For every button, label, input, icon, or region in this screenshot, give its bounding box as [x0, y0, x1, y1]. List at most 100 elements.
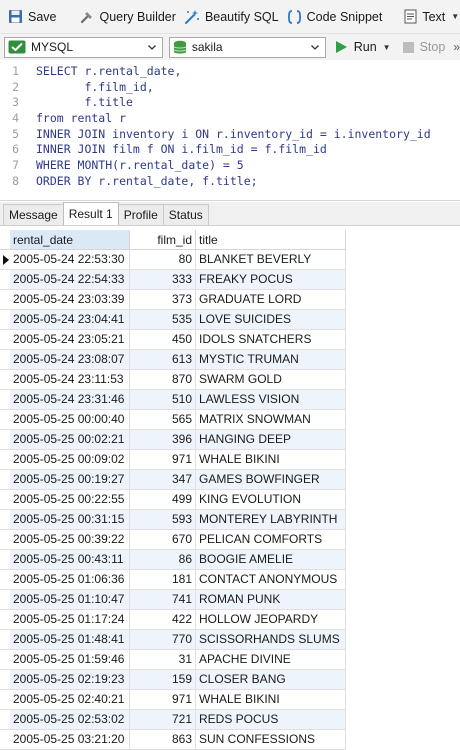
- cell-rental-date[interactable]: 2005-05-25 00:00:40: [10, 410, 130, 430]
- row-indicator[interactable]: [0, 310, 10, 330]
- code-line[interactable]: 8 ORDER BY r.rental_date, f.title;: [0, 174, 460, 190]
- table-row[interactable]: 2005-05-25 00:09:02 971 WHALE BIKINI: [0, 450, 346, 470]
- result-grid[interactable]: rental_date film_id title 2005-05-24 22:…: [0, 226, 460, 750]
- cell-film-id[interactable]: 450: [130, 330, 196, 350]
- cell-rental-date[interactable]: 2005-05-25 00:02:21: [10, 430, 130, 450]
- table-row[interactable]: 2005-05-24 23:04:41 535 LOVE SUICIDES: [0, 310, 346, 330]
- table-row[interactable]: 2005-05-25 00:19:27 347 GAMES BOWFINGER: [0, 470, 346, 490]
- cell-title[interactable]: SCISSORHANDS SLUMS: [196, 630, 346, 650]
- cell-film-id[interactable]: 333: [130, 270, 196, 290]
- row-indicator[interactable]: [0, 630, 10, 650]
- cell-rental-date[interactable]: 2005-05-24 23:05:21: [10, 330, 130, 350]
- cell-rental-date[interactable]: 2005-05-25 01:10:47: [10, 590, 130, 610]
- table-row[interactable]: 2005-05-24 22:54:33 333 FREAKY POCUS: [0, 270, 346, 290]
- cell-rental-date[interactable]: 2005-05-25 01:17:24: [10, 610, 130, 630]
- row-indicator[interactable]: [0, 610, 10, 630]
- tab-status[interactable]: Status: [162, 204, 209, 225]
- cell-film-id[interactable]: 31: [130, 650, 196, 670]
- column-header-rental-date[interactable]: rental_date: [10, 230, 130, 250]
- cell-rental-date[interactable]: 2005-05-25 02:19:23: [10, 670, 130, 690]
- row-indicator[interactable]: [0, 710, 10, 730]
- tab-profile[interactable]: Profile: [117, 204, 164, 225]
- cell-film-id[interactable]: 593: [130, 510, 196, 530]
- cell-film-id[interactable]: 499: [130, 490, 196, 510]
- cell-rental-date[interactable]: 2005-05-25 00:09:02: [10, 450, 130, 470]
- cell-rental-date[interactable]: 2005-05-25 01:06:36: [10, 570, 130, 590]
- table-row[interactable]: 2005-05-25 02:19:23 159 CLOSER BANG: [0, 670, 346, 690]
- cell-film-id[interactable]: 670: [130, 530, 196, 550]
- cell-title[interactable]: MYSTIC TRUMAN: [196, 350, 346, 370]
- cell-title[interactable]: PELICAN COMFORTS: [196, 530, 346, 550]
- code-line[interactable]: 5 INNER JOIN inventory i ON r.inventory_i…: [0, 127, 460, 143]
- table-row[interactable]: 2005-05-25 01:10:47 741 ROMAN PUNK: [0, 590, 346, 610]
- code-line[interactable]: 7 WHERE MONTH(r.rental_date) = 5: [0, 158, 460, 174]
- row-indicator[interactable]: [0, 410, 10, 430]
- row-indicator[interactable]: [0, 570, 10, 590]
- cell-rental-date[interactable]: 2005-05-25 00:19:27: [10, 470, 130, 490]
- row-indicator[interactable]: [0, 550, 10, 570]
- cell-title[interactable]: LOVE SUICIDES: [196, 310, 346, 330]
- row-indicator[interactable]: [0, 530, 10, 550]
- cell-rental-date[interactable]: 2005-05-24 22:54:33: [10, 270, 130, 290]
- table-row[interactable]: 2005-05-25 00:02:21 396 HANGING DEEP: [0, 430, 346, 450]
- cell-film-id[interactable]: 510: [130, 390, 196, 410]
- cell-title[interactable]: SUN CONFESSIONS: [196, 730, 346, 750]
- text-output-button[interactable]: Text ▼: [400, 4, 460, 30]
- table-row[interactable]: 2005-05-25 00:39:22 670 PELICAN COMFORTS: [0, 530, 346, 550]
- row-indicator[interactable]: [0, 730, 10, 750]
- cell-film-id[interactable]: 741: [130, 590, 196, 610]
- database-select[interactable]: sakila: [168, 36, 326, 58]
- cell-film-id[interactable]: 86: [130, 550, 196, 570]
- row-indicator[interactable]: [0, 690, 10, 710]
- code-line[interactable]: 6 INNER JOIN film f ON i.film_id = f.film…: [0, 142, 460, 158]
- cell-title[interactable]: CONTACT ANONYMOUS: [196, 570, 346, 590]
- row-indicator[interactable]: [0, 370, 10, 390]
- row-indicator[interactable]: [0, 590, 10, 610]
- row-indicator[interactable]: [0, 290, 10, 310]
- code-line[interactable]: 3 f.title: [0, 95, 460, 111]
- chevron-more-icon[interactable]: »: [453, 40, 460, 54]
- table-row[interactable]: 2005-05-24 22:53:30 80 BLANKET BEVERLY: [0, 250, 346, 270]
- cell-film-id[interactable]: 863: [130, 730, 196, 750]
- cell-film-id[interactable]: 565: [130, 410, 196, 430]
- cell-film-id[interactable]: 396: [130, 430, 196, 450]
- cell-film-id[interactable]: 422: [130, 610, 196, 630]
- sql-editor[interactable]: 1 SELECT r.rental_date, 2 f.film_id, 3 f.ti…: [0, 60, 460, 201]
- code-line[interactable]: 1 SELECT r.rental_date,: [0, 64, 460, 80]
- row-indicator[interactable]: [0, 390, 10, 410]
- cell-title[interactable]: HANGING DEEP: [196, 430, 346, 450]
- cell-title[interactable]: BLANKET BEVERLY: [196, 250, 346, 270]
- cell-title[interactable]: LAWLESS VISION: [196, 390, 346, 410]
- caret-down-icon[interactable]: ▼: [383, 43, 391, 52]
- table-row[interactable]: 2005-05-25 03:21:20 863 SUN CONFESSIONS: [0, 730, 346, 750]
- code-line[interactable]: 2 f.film_id,: [0, 80, 460, 96]
- table-row[interactable]: 2005-05-25 02:53:02 721 REDS POCUS: [0, 710, 346, 730]
- cell-film-id[interactable]: 971: [130, 690, 196, 710]
- cell-rental-date[interactable]: 2005-05-24 23:04:41: [10, 310, 130, 330]
- row-indicator[interactable]: [0, 250, 10, 270]
- row-indicator[interactable]: [0, 670, 10, 690]
- column-header-film-id[interactable]: film_id: [130, 230, 196, 250]
- cell-title[interactable]: GRADUATE LORD: [196, 290, 346, 310]
- cell-title[interactable]: SWARM GOLD: [196, 370, 346, 390]
- cell-title[interactable]: KING EVOLUTION: [196, 490, 346, 510]
- cell-film-id[interactable]: 347: [130, 470, 196, 490]
- cell-title[interactable]: GAMES BOWFINGER: [196, 470, 346, 490]
- table-row[interactable]: 2005-05-25 01:48:41 770 SCISSORHANDS SLUMS: [0, 630, 346, 650]
- row-indicator[interactable]: [0, 450, 10, 470]
- column-header-title[interactable]: title: [196, 230, 346, 250]
- table-row[interactable]: 2005-05-24 23:31:46 510 LAWLESS VISION: [0, 390, 346, 410]
- cell-title[interactable]: REDS POCUS: [196, 710, 346, 730]
- cell-rental-date[interactable]: 2005-05-25 00:39:22: [10, 530, 130, 550]
- query-builder-button[interactable]: Query Builder: [75, 4, 180, 30]
- cell-film-id[interactable]: 613: [130, 350, 196, 370]
- cell-title[interactable]: WHALE BIKINI: [196, 690, 346, 710]
- save-button[interactable]: Save: [4, 4, 61, 30]
- cell-film-id[interactable]: 770: [130, 630, 196, 650]
- server-select[interactable]: MYSQL: [4, 36, 163, 58]
- code-line[interactable]: 4 from rental r: [0, 111, 460, 127]
- table-row[interactable]: 2005-05-25 00:00:40 565 MATRIX SNOWMAN: [0, 410, 346, 430]
- table-row[interactable]: 2005-05-25 02:40:21 971 WHALE BIKINI: [0, 690, 346, 710]
- cell-film-id[interactable]: 971: [130, 450, 196, 470]
- table-row[interactable]: 2005-05-24 23:03:39 373 GRADUATE LORD: [0, 290, 346, 310]
